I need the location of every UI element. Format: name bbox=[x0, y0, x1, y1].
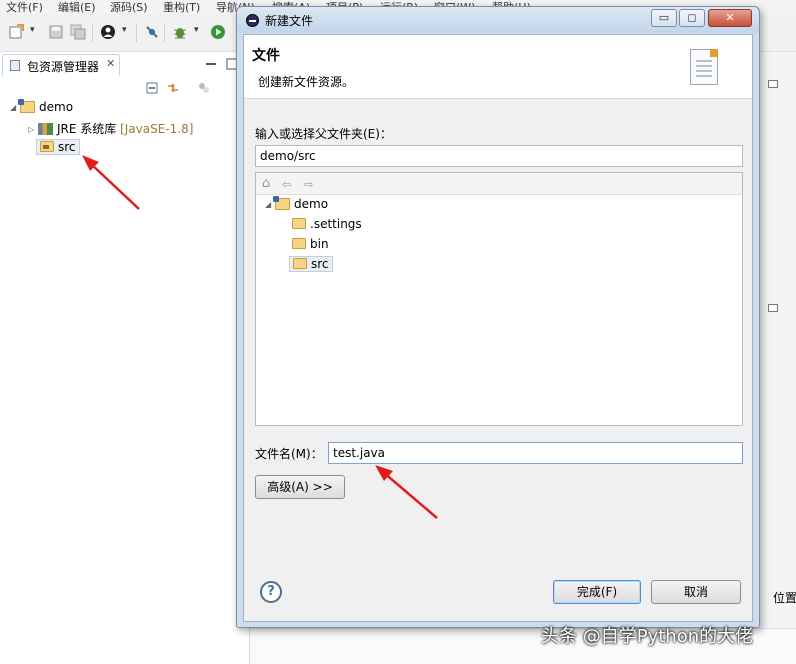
tab-label: 包资源管理器 bbox=[27, 60, 100, 74]
minimize-panel-icon[interactable] bbox=[768, 80, 778, 88]
eclipse-icon bbox=[246, 14, 259, 27]
tree-item-label: .settings bbox=[310, 217, 362, 231]
menu-edit[interactable]: 编辑(E) bbox=[58, 0, 96, 15]
toolbar-separator bbox=[164, 24, 165, 42]
package-explorer: 包资源管理器 ✕ ◢ demo ▷ JRE 系统库 [JavaSE-1.8] src bbox=[0, 52, 250, 664]
menu-source[interactable]: 源码(S) bbox=[110, 0, 148, 15]
folder-icon bbox=[292, 238, 306, 249]
home-icon[interactable]: ⌂ bbox=[262, 176, 270, 191]
dialog-body: 文件 创建新文件资源。 输入或选择父文件夹(E)： ⌂ ⇦ ⇨ ◢demo .s… bbox=[243, 34, 753, 622]
dialog-title: 新建文件 bbox=[265, 14, 314, 28]
cancel-button[interactable]: 取消 bbox=[651, 580, 741, 604]
help-icon[interactable]: ? bbox=[260, 581, 282, 603]
filename-label: 文件名(M)： bbox=[255, 447, 323, 461]
new-dropdown-icon[interactable]: ▾ bbox=[30, 25, 35, 35]
project-folder-icon bbox=[273, 196, 290, 210]
tree-item-jre[interactable]: ▷ JRE 系统库 [JavaSE-1.8] bbox=[28, 120, 193, 138]
folder-tree[interactable]: ⌂ ⇦ ⇨ ◢ demo .settings bin src bbox=[255, 172, 743, 426]
tab-package-explorer[interactable]: 包资源管理器 ✕ bbox=[2, 54, 120, 76]
finish-button[interactable]: 完成(F) bbox=[553, 580, 641, 604]
debug-bug-icon[interactable] bbox=[172, 24, 188, 40]
tree-item-label: demo bbox=[294, 197, 329, 211]
project-label: demo bbox=[39, 100, 74, 114]
menu-file[interactable]: 文件(F) bbox=[6, 0, 43, 15]
collapse-all-icon[interactable] bbox=[146, 82, 158, 94]
tree-item-settings[interactable]: .settings bbox=[292, 217, 362, 235]
collapsed-arrow-icon[interactable]: ▷ bbox=[28, 125, 38, 134]
new-icon[interactable] bbox=[8, 24, 24, 40]
toolbar-separator bbox=[92, 24, 93, 42]
dialog-titlebar[interactable]: 新建文件 ▭ ◻ ✕ bbox=[237, 7, 759, 33]
minimize-view-icon[interactable] bbox=[205, 58, 217, 70]
tree-item-project[interactable]: ◢ demo bbox=[10, 99, 74, 118]
bug-dropdown-icon[interactable]: ▾ bbox=[194, 25, 199, 35]
new-file-dialog: 新建文件 ▭ ◻ ✕ 文件 创建新文件资源。 输入或选择父文件夹(E)： ⌂ ⇦… bbox=[236, 6, 760, 628]
save-icon[interactable] bbox=[48, 24, 64, 40]
jre-version: [JavaSE-1.8] bbox=[120, 122, 194, 136]
src-label: src bbox=[58, 140, 76, 154]
new-file-wizard-icon bbox=[684, 47, 722, 91]
watermark: 头条 @自学Python的大佬 bbox=[541, 626, 754, 647]
forward-icon[interactable]: ⇨ bbox=[304, 178, 313, 191]
back-icon[interactable]: ⇦ bbox=[282, 178, 291, 191]
save-all-icon[interactable] bbox=[70, 24, 86, 40]
project-folder-icon bbox=[18, 99, 35, 113]
filename-input[interactable] bbox=[328, 442, 743, 464]
dialog-header: 文件 创建新文件资源。 bbox=[244, 35, 752, 99]
tree-item-label: src bbox=[311, 257, 329, 271]
tree-item-label: bin bbox=[310, 237, 329, 251]
header-title: 文件 bbox=[252, 48, 280, 64]
tree-item-src[interactable]: src bbox=[289, 256, 333, 275]
tab-close-icon[interactable]: ✕ bbox=[106, 57, 115, 70]
toolbar-separator bbox=[136, 24, 137, 42]
folder-icon bbox=[293, 258, 307, 269]
debug-user-icon[interactable] bbox=[100, 24, 116, 40]
parent-folder-input[interactable] bbox=[255, 145, 743, 167]
src-selection: src bbox=[36, 139, 80, 155]
folder-icon bbox=[292, 218, 306, 229]
selected-item-highlight: src bbox=[289, 256, 333, 272]
minimize-button[interactable]: ▭ bbox=[651, 9, 677, 27]
parent-folder-label: 输入或选择父文件夹(E)： bbox=[255, 127, 392, 141]
maximize-button[interactable]: ◻ bbox=[679, 9, 705, 27]
close-button[interactable]: ✕ bbox=[708, 9, 752, 27]
library-icon bbox=[38, 123, 53, 135]
minimize-panel-icon[interactable] bbox=[768, 304, 778, 312]
tree-navigation-bar: ⌂ ⇦ ⇨ bbox=[256, 173, 742, 195]
tree-item-demo[interactable]: ◢ demo bbox=[265, 196, 329, 215]
package-explorer-icon bbox=[10, 60, 20, 71]
debug-dropdown-icon[interactable]: ▾ bbox=[122, 25, 127, 35]
source-folder-icon bbox=[40, 141, 54, 152]
run-icon[interactable] bbox=[210, 24, 226, 40]
link-editor-icon[interactable] bbox=[167, 82, 179, 94]
filter-icon[interactable] bbox=[198, 82, 210, 94]
header-description: 创建新文件资源。 bbox=[258, 75, 355, 89]
menu-refactor[interactable]: 重构(T) bbox=[163, 0, 200, 15]
tree-item-src[interactable]: src bbox=[36, 139, 80, 158]
position-column-header: 位置 bbox=[773, 591, 796, 605]
tree-item-bin[interactable]: bin bbox=[292, 237, 329, 255]
breakpoint-icon[interactable] bbox=[144, 24, 160, 40]
advanced-button[interactable]: 高级(A) >> bbox=[255, 475, 345, 499]
jre-label: JRE 系统库 bbox=[57, 122, 117, 136]
